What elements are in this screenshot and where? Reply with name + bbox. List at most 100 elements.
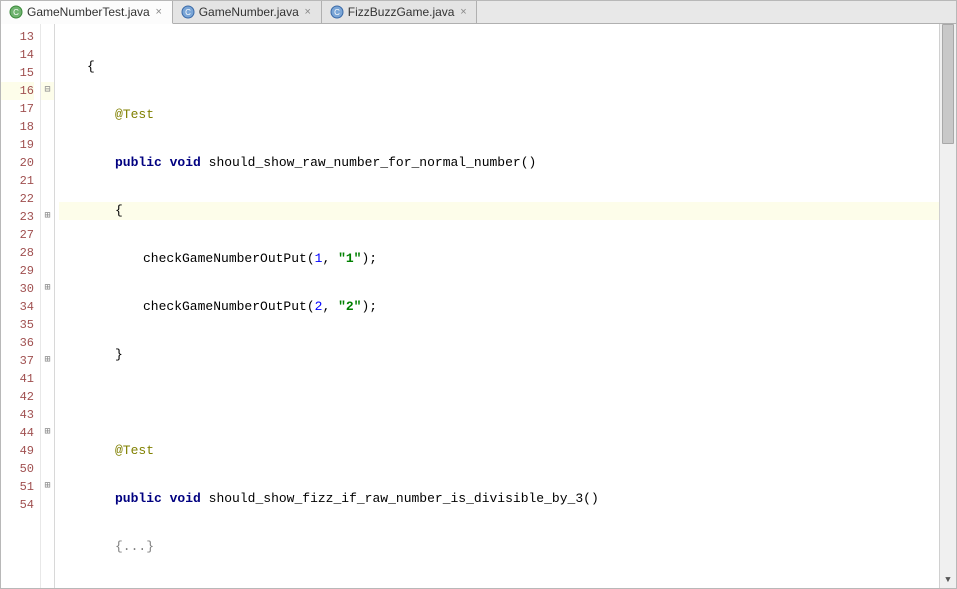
brace: } xyxy=(115,347,123,362)
line-number: 28 xyxy=(1,244,34,262)
close-icon[interactable]: × xyxy=(154,7,164,17)
tab-GameNumber[interactable]: C GameNumber.java × xyxy=(173,1,322,23)
line-number: 17 xyxy=(1,100,34,118)
fold-spacer xyxy=(41,64,54,82)
fold-spacer xyxy=(41,334,54,352)
line-number: 50 xyxy=(1,460,34,478)
tab-bar: C GameNumberTest.java × C GameNumber.jav… xyxy=(1,1,956,24)
punct: ; xyxy=(369,251,377,266)
java-test-file-icon: C xyxy=(9,5,23,19)
punct: ) xyxy=(529,155,537,170)
line-number: 14 xyxy=(1,46,34,64)
method-name: should_show_raw_number_for_normal_number xyxy=(209,155,521,170)
fold-toggle-icon[interactable]: ⊞ xyxy=(41,478,54,496)
svg-text:C: C xyxy=(334,8,340,17)
annotation-test: @Test xyxy=(115,443,154,458)
line-number: 37 xyxy=(1,352,34,370)
punct: ( xyxy=(307,299,315,314)
method-name: should_show_fizz_if_raw_number_is_divisi… xyxy=(209,491,583,506)
fold-spacer xyxy=(41,388,54,406)
tab-label: GameNumber.java xyxy=(199,5,299,19)
punct: ( xyxy=(307,251,315,266)
fold-spacer xyxy=(41,244,54,262)
punct: , xyxy=(322,299,338,314)
line-number: 35 xyxy=(1,316,34,334)
scroll-thumb[interactable] xyxy=(942,24,954,144)
call: checkGameNumberOutPut xyxy=(143,299,307,314)
fold-spacer xyxy=(41,496,54,514)
brace: { xyxy=(87,59,95,74)
line-number: 13 xyxy=(1,28,34,46)
fold-spacer xyxy=(41,118,54,136)
fold-spacer xyxy=(41,136,54,154)
line-number-gutter: 1314151617181920212223272829303435363741… xyxy=(1,24,41,588)
line-number: 51 xyxy=(1,478,34,496)
fold-spacer xyxy=(41,226,54,244)
close-icon[interactable]: × xyxy=(458,7,468,17)
tab-GameNumberTest[interactable]: C GameNumberTest.java × xyxy=(1,1,173,24)
fold-spacer xyxy=(41,298,54,316)
punct: ; xyxy=(369,299,377,314)
line-number: 21 xyxy=(1,172,34,190)
fold-spacer xyxy=(41,460,54,478)
fold-toggle-icon[interactable]: ⊞ xyxy=(41,280,54,298)
line-number: 49 xyxy=(1,442,34,460)
brace: { xyxy=(115,203,123,218)
line-number: 54 xyxy=(1,496,34,514)
string-literal: "2" xyxy=(338,299,361,314)
fold-spacer xyxy=(41,442,54,460)
line-number: 41 xyxy=(1,370,34,388)
line-number: 18 xyxy=(1,118,34,136)
fold-spacer xyxy=(41,316,54,334)
scroll-down-arrow[interactable]: ▼ xyxy=(940,572,956,588)
fold-spacer xyxy=(41,262,54,280)
string-literal: "1" xyxy=(338,251,361,266)
fold-spacer xyxy=(41,28,54,46)
code-area[interactable]: { @Test public void should_show_raw_numb… xyxy=(55,24,939,588)
code-editor[interactable]: 1314151617181920212223272829303435363741… xyxy=(1,24,956,588)
svg-text:C: C xyxy=(13,8,19,17)
line-number: 16 xyxy=(1,82,34,100)
svg-text:C: C xyxy=(185,8,191,17)
line-number: 43 xyxy=(1,406,34,424)
keyword: public xyxy=(115,155,162,170)
fold-gutter: ⊟ ⊞ ⊞ ⊞ ⊞ ⊞ xyxy=(41,24,55,588)
punct: , xyxy=(322,251,338,266)
line-number: 42 xyxy=(1,388,34,406)
tab-FizzBuzzGame[interactable]: C FizzBuzzGame.java × xyxy=(322,1,478,23)
vertical-scrollbar[interactable]: ▲ ▼ xyxy=(939,24,956,588)
keyword: void xyxy=(170,491,201,506)
line-number: 15 xyxy=(1,64,34,82)
keyword: public xyxy=(115,491,162,506)
fold-spacer xyxy=(41,46,54,64)
fold-spacer xyxy=(41,172,54,190)
tab-label: FizzBuzzGame.java xyxy=(348,5,455,19)
annotation-test: @Test xyxy=(115,107,154,122)
line-number: 27 xyxy=(1,226,34,244)
line-number: 22 xyxy=(1,190,34,208)
fold-spacer xyxy=(41,370,54,388)
fold-toggle-icon[interactable]: ⊞ xyxy=(41,208,54,226)
folded-body[interactable]: {...} xyxy=(115,539,154,554)
tab-label: GameNumberTest.java xyxy=(27,5,150,19)
java-file-icon: C xyxy=(181,5,195,19)
line-number: 44 xyxy=(1,424,34,442)
punct: ( xyxy=(521,155,529,170)
fold-toggle-icon[interactable]: ⊞ xyxy=(41,352,54,370)
line-number: 19 xyxy=(1,136,34,154)
fold-toggle-icon[interactable]: ⊟ xyxy=(41,82,54,100)
punct: ) xyxy=(591,491,599,506)
fold-spacer xyxy=(41,190,54,208)
keyword: void xyxy=(170,155,201,170)
line-number: 23 xyxy=(1,208,34,226)
close-icon[interactable]: × xyxy=(303,7,313,17)
java-file-icon: C xyxy=(330,5,344,19)
fold-spacer xyxy=(41,154,54,172)
fold-spacer xyxy=(41,406,54,424)
line-number: 20 xyxy=(1,154,34,172)
fold-toggle-icon[interactable]: ⊞ xyxy=(41,424,54,442)
fold-spacer xyxy=(41,100,54,118)
punct: ( xyxy=(583,491,591,506)
line-number: 34 xyxy=(1,298,34,316)
line-number: 36 xyxy=(1,334,34,352)
